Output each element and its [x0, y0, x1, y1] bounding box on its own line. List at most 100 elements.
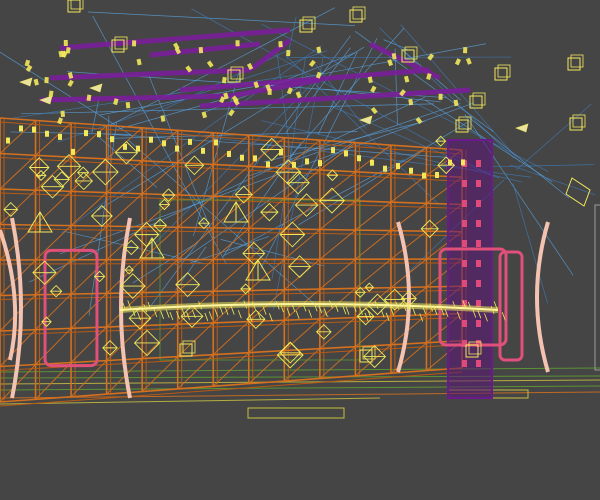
column-led — [476, 360, 481, 367]
column-led — [462, 220, 467, 227]
rig-bar — [149, 41, 261, 58]
floor-line — [0, 385, 600, 391]
spot-light — [316, 46, 322, 54]
strip-segment — [308, 309, 313, 318]
spot-light — [33, 78, 39, 86]
light-beam — [509, 164, 596, 196]
light-box-back — [472, 92, 486, 106]
spot-light — [403, 75, 410, 83]
purple-led-column[interactable] — [447, 139, 493, 399]
truss-diagonal — [212, 196, 250, 229]
light-diamond — [124, 265, 134, 275]
strip-segment — [342, 306, 347, 315]
column-led — [462, 320, 467, 327]
spot-light — [198, 46, 204, 54]
truss-light — [136, 145, 140, 152]
beam-head — [515, 123, 529, 133]
light-diamond — [175, 272, 201, 298]
column-body — [448, 140, 492, 398]
column-led — [462, 260, 467, 267]
truss-light — [214, 139, 218, 146]
truss-diagonal — [177, 227, 214, 260]
truss-light — [396, 163, 400, 170]
light-box — [359, 349, 373, 363]
strip-segment — [204, 312, 209, 322]
truss-light — [201, 147, 205, 154]
floor-line — [0, 397, 381, 405]
light-box-back — [572, 114, 586, 128]
spot-light — [86, 94, 92, 102]
truss-light — [370, 159, 374, 166]
spot-light — [286, 87, 293, 95]
strip-segment — [295, 310, 300, 319]
truss-horizontal — [0, 117, 463, 151]
wireframe-scene[interactable] — [0, 0, 600, 500]
light-box-back — [497, 64, 511, 78]
spot-light — [367, 76, 373, 84]
light-diamond — [435, 135, 447, 147]
spot-light — [235, 40, 240, 47]
light-diamond — [318, 187, 345, 214]
truss-diagonal — [35, 225, 72, 261]
spot-light — [387, 59, 394, 67]
arch-outer — [396, 221, 411, 373]
light-beam — [492, 164, 595, 168]
truss-light — [409, 167, 413, 174]
spot-light — [131, 40, 137, 47]
truss-light — [240, 154, 244, 161]
spot-light — [463, 47, 468, 54]
column-led — [476, 200, 481, 207]
column-led — [476, 260, 481, 267]
light-diamond — [90, 204, 113, 227]
truss-diagonal — [70, 293, 107, 329]
light-box — [494, 67, 508, 81]
rig-bar — [39, 93, 231, 103]
truss-diagonal — [212, 228, 250, 260]
truss-light — [32, 126, 36, 133]
truss-light — [110, 136, 114, 143]
truss-light — [19, 125, 23, 132]
truss-diagonal — [319, 200, 356, 230]
beam-head — [89, 83, 103, 93]
truss-light — [45, 130, 49, 137]
truss-diagonal — [177, 259, 214, 293]
truss-light — [344, 150, 348, 157]
light-beam — [107, 115, 110, 169]
truss-horizontal — [0, 258, 463, 261]
3d-viewport[interactable] — [0, 0, 600, 500]
truss-diagonal — [177, 132, 214, 164]
truss-horizontal — [0, 312, 463, 332]
spot-light — [44, 77, 49, 84]
truss-light — [227, 150, 231, 157]
light-beam — [109, 7, 336, 127]
truss-diagonal — [0, 189, 36, 225]
strip-segment — [137, 311, 141, 321]
truss-light — [188, 138, 192, 145]
strip-segment — [165, 309, 170, 318]
truss-light — [318, 160, 322, 167]
spot-light — [125, 101, 131, 109]
truss-light — [71, 148, 75, 155]
spot-light — [60, 110, 66, 118]
column-led — [476, 180, 481, 187]
main-truss-wall[interactable] — [0, 117, 467, 407]
spot-light — [286, 49, 291, 57]
beam-head — [39, 95, 53, 105]
spot-light — [308, 59, 316, 68]
spot-light — [201, 111, 208, 119]
light-box — [349, 9, 363, 23]
strip-segment — [169, 311, 174, 321]
column-led — [476, 240, 481, 247]
light-box — [299, 19, 313, 33]
spot-light — [465, 57, 472, 65]
truss-diagonal — [141, 129, 179, 162]
truss-light — [461, 159, 465, 166]
truss-diagonal — [248, 198, 285, 229]
light-box — [567, 57, 581, 71]
truss-light — [253, 155, 257, 162]
column-led — [476, 160, 481, 167]
light-diamond — [294, 193, 319, 217]
column-led — [476, 280, 481, 287]
spot-light — [454, 58, 462, 66]
truss-diagonal — [70, 225, 107, 261]
